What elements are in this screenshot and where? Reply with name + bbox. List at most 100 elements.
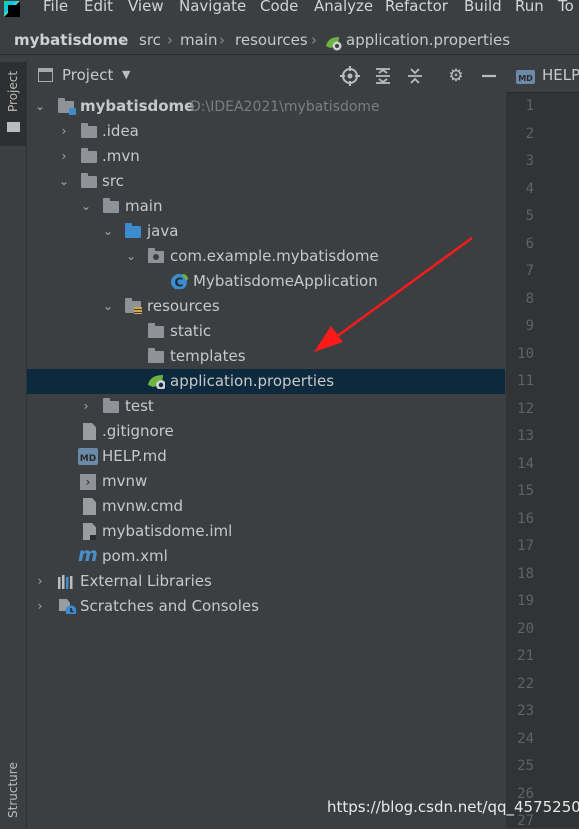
tree-row-application-properties[interactable]: application.properties: [27, 369, 505, 394]
chevron-down-icon[interactable]: ⌄: [79, 194, 93, 219]
tree-row-help-md[interactable]: MD HELP.md: [27, 444, 505, 469]
tree-row-project-root[interactable]: ⌄ mybatisdome D:\IDEA2021\mybatisdome: [27, 94, 505, 119]
menu-run[interactable]: Run: [515, 0, 544, 15]
tree-row-test[interactable]: › test: [27, 394, 505, 419]
menu-file[interactable]: File: [43, 0, 68, 15]
locate-file-icon[interactable]: [340, 66, 360, 86]
project-tool-tab[interactable]: Project: [0, 62, 26, 146]
breadcrumb: mybatisdome › src › main › resources › a…: [0, 28, 579, 55]
tree-row-iml[interactable]: mybatisdome.iml: [27, 519, 505, 544]
chevron-down-icon[interactable]: ⌄: [101, 294, 115, 319]
module-folder-icon: [58, 98, 76, 115]
line-number: 12: [517, 400, 534, 417]
editor-tab-help[interactable]: MD HELP: [506, 60, 579, 93]
tree-label: HELP.md: [102, 447, 167, 465]
tree-label: static: [170, 322, 212, 340]
breadcrumb-separator: ›: [311, 31, 317, 49]
svg-text:C: C: [175, 276, 184, 290]
tree-row-java[interactable]: ⌄ java: [27, 219, 505, 244]
menu-edit[interactable]: Edit: [84, 0, 113, 15]
breadcrumb-file[interactable]: application.properties: [346, 31, 510, 49]
folder-icon: [148, 323, 164, 338]
breadcrumb-project[interactable]: mybatisdome: [14, 31, 128, 49]
breadcrumb-separator: ›: [167, 31, 173, 49]
tree-row-external-libraries[interactable]: › External Libraries: [27, 569, 505, 594]
breadcrumb-src[interactable]: src: [139, 31, 161, 49]
tree-row-scratches[interactable]: › Scratches and Consoles: [27, 594, 505, 619]
file-icon: [83, 423, 96, 440]
chevron-right-icon[interactable]: ›: [57, 144, 71, 169]
tree-row-pom[interactable]: m pom.xml: [27, 544, 505, 569]
package-icon: [148, 248, 164, 263]
markdown-file-icon: MD: [78, 448, 98, 465]
tree-row-gitignore[interactable]: .gitignore: [27, 419, 505, 444]
tree-label: src: [102, 172, 124, 190]
tree-row-package[interactable]: ⌄ com.example.mybatisdome: [27, 244, 505, 269]
line-number: 16: [517, 510, 534, 527]
editor-tab-label: HELP: [542, 66, 579, 84]
chevron-down-icon[interactable]: ⌄: [57, 169, 71, 194]
line-number: 7: [525, 263, 534, 279]
tree-label: External Libraries: [80, 572, 212, 590]
tree-row-mvnw-cmd[interactable]: mvnw.cmd: [27, 494, 505, 519]
intellij-logo-icon: [4, 1, 20, 17]
menu-tools[interactable]: To: [558, 0, 574, 15]
tree-row-resources[interactable]: ⌄ resources: [27, 294, 505, 319]
tree-row-mvn[interactable]: › .mvn: [27, 144, 505, 169]
minimize-icon[interactable]: [479, 66, 499, 86]
expand-all-icon[interactable]: [373, 66, 393, 86]
line-number: 25: [517, 758, 534, 774]
chevron-right-icon[interactable]: ›: [33, 594, 47, 619]
menu-refactor[interactable]: Refactor: [385, 0, 448, 15]
tree-row-templates[interactable]: templates: [27, 344, 505, 369]
chevron-down-icon[interactable]: ⌄: [33, 94, 47, 119]
panel-title[interactable]: Project: [62, 66, 113, 84]
menu-navigate[interactable]: Navigate: [179, 0, 246, 15]
line-number: 4: [525, 180, 534, 197]
tree-row-application-class[interactable]: C MybatisdomeApplication: [27, 269, 505, 294]
line-number: 9: [525, 318, 534, 334]
menu-code[interactable]: Code: [260, 0, 298, 15]
tree-row-static[interactable]: static: [27, 319, 505, 344]
chevron-right-icon[interactable]: ›: [33, 569, 47, 594]
resources-folder-icon: [125, 298, 142, 314]
line-number: 8: [525, 290, 534, 307]
tree-label: templates: [170, 347, 246, 365]
folder-icon: [81, 148, 97, 163]
tree-row-mvnw[interactable]: › mvnw: [27, 469, 505, 494]
tree-label: .gitignore: [102, 422, 174, 440]
maven-icon: m: [78, 544, 98, 566]
tree-label: .mvn: [102, 147, 140, 165]
tree-row-idea[interactable]: › .idea: [27, 119, 505, 144]
tree-label: mvnw: [102, 472, 148, 490]
folder-icon: [81, 173, 97, 188]
libraries-icon: [58, 575, 73, 589]
chevron-down-icon[interactable]: ⌄: [101, 219, 115, 244]
chevron-down-icon[interactable]: ▼: [122, 68, 130, 81]
chevron-down-icon[interactable]: ⌄: [124, 244, 138, 269]
menu-view[interactable]: View: [128, 0, 164, 15]
tree-label: MybatisdomeApplication: [193, 272, 378, 290]
breadcrumb-main[interactable]: main: [180, 31, 217, 49]
line-number: 23: [517, 703, 534, 719]
tree-label: java: [147, 222, 179, 240]
breadcrumb-resources[interactable]: resources: [235, 31, 308, 49]
folder-icon: [81, 123, 97, 138]
chevron-right-icon[interactable]: ›: [79, 394, 93, 419]
tree-label: mvnw.cmd: [102, 497, 184, 515]
gear-icon[interactable]: ⚙: [446, 66, 466, 86]
shell-script-icon: ›: [80, 474, 96, 490]
structure-tab-label: Structure: [6, 762, 20, 818]
line-number: 13: [517, 428, 534, 444]
watermark: https://blog.csdn.net/qq_45752502: [327, 798, 579, 816]
structure-tool-tab[interactable]: Structure: [0, 752, 26, 828]
tree-row-src[interactable]: ⌄ src: [27, 169, 505, 194]
chevron-right-icon[interactable]: ›: [57, 119, 71, 144]
project-tab-label: Project: [6, 70, 20, 112]
collapse-all-icon[interactable]: [405, 66, 425, 86]
line-number: 6: [525, 235, 534, 252]
tree-row-main[interactable]: ⌄ main: [27, 194, 505, 219]
menu-analyze[interactable]: Analyze: [314, 0, 373, 15]
line-number: 24: [517, 730, 534, 747]
menu-build[interactable]: Build: [464, 0, 502, 15]
